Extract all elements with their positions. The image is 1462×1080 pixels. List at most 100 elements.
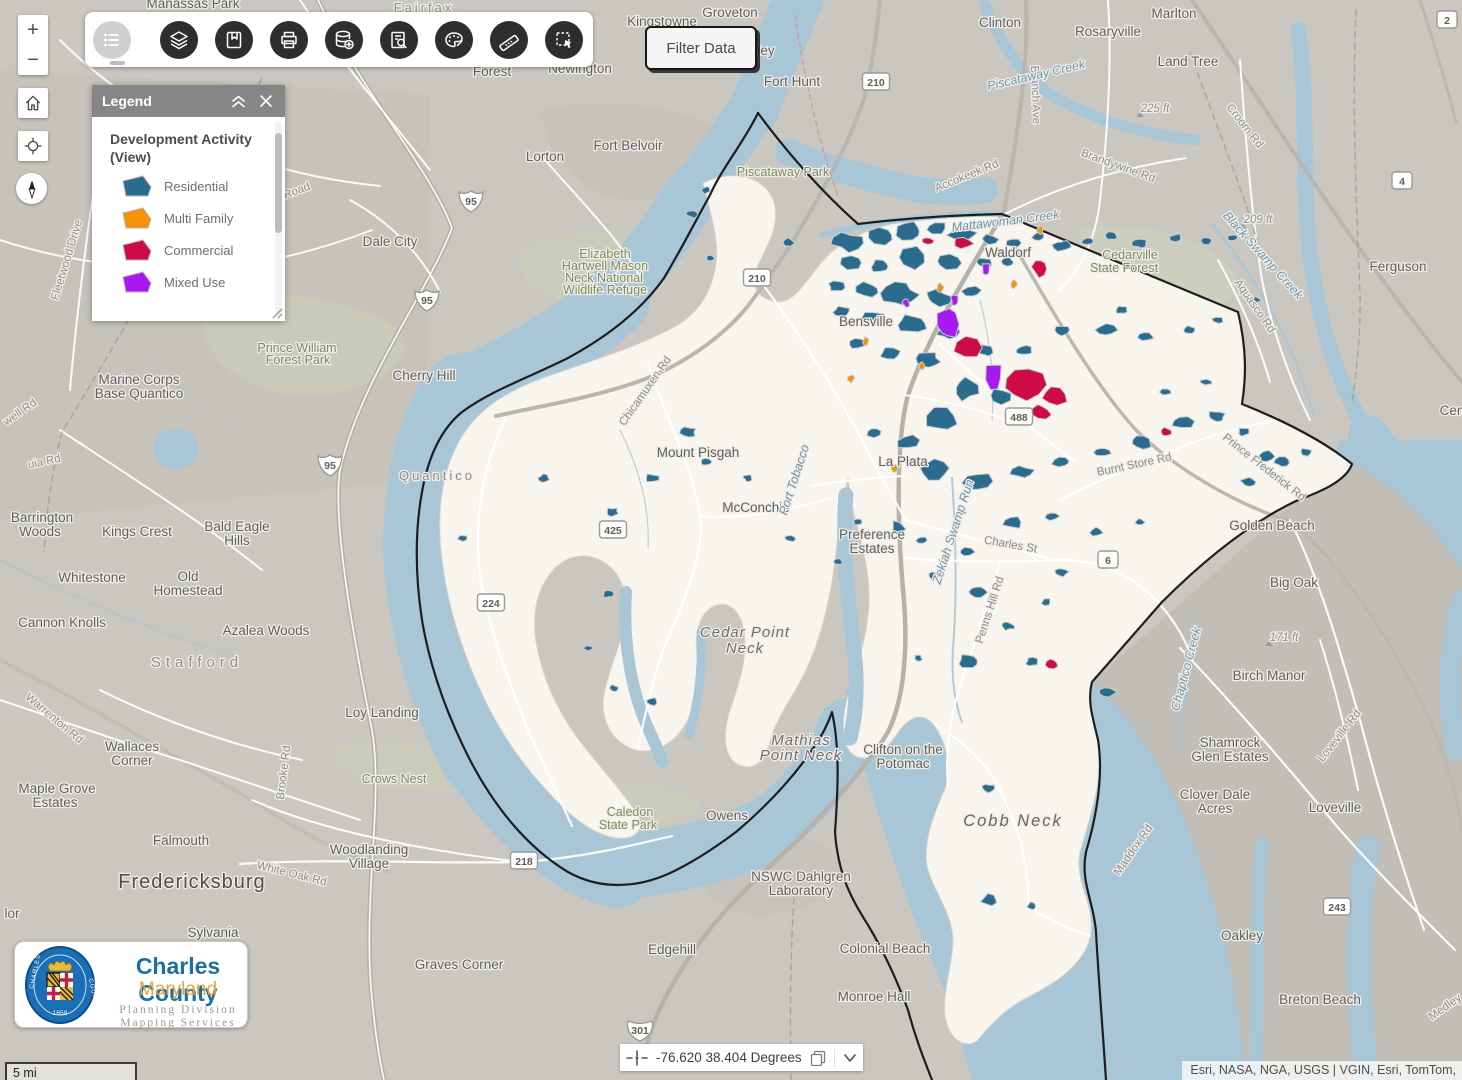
- route-shield-number: 488: [1010, 412, 1028, 424]
- filter-data-button[interactable]: Filter Data: [645, 26, 757, 70]
- legend-close-button[interactable]: [257, 92, 275, 110]
- map-label: Preference: [839, 527, 905, 542]
- zoom-in-button[interactable]: +: [18, 15, 48, 45]
- query-icon: [389, 30, 409, 50]
- route-shield: 218: [511, 852, 538, 869]
- map-label: Clifton on the: [863, 742, 943, 757]
- map-label: Homestead: [153, 583, 222, 598]
- map-label: Shamrock: [1200, 735, 1261, 750]
- zoom-out-button[interactable]: −: [18, 45, 48, 75]
- map-label: Cobb Neck: [963, 812, 1063, 830]
- compass-button[interactable]: [16, 173, 47, 204]
- map-label: Graves Corner: [415, 957, 504, 972]
- legend-item-mixed_use: Mixed Use: [92, 266, 285, 298]
- toolbar-button-select[interactable]: [545, 21, 583, 59]
- feature-residential[interactable]: [829, 281, 845, 291]
- map-label: Old: [177, 569, 198, 584]
- feature-residential[interactable]: [1116, 306, 1127, 313]
- map-label: Hills: [224, 533, 250, 548]
- feature-residential[interactable]: [1094, 448, 1112, 455]
- seal-shield: [47, 973, 73, 1000]
- map-label: Point Neck: [760, 747, 843, 764]
- scalebar: 5 mi: [5, 1062, 137, 1080]
- feature-residential[interactable]: [603, 590, 614, 598]
- home-button[interactable]: [18, 88, 48, 118]
- toolbar-button-print[interactable]: [270, 21, 308, 59]
- locate-button[interactable]: [18, 131, 48, 161]
- feature-mixed_use[interactable]: [951, 295, 958, 305]
- map-label: Birch Manor: [1233, 668, 1306, 683]
- map-label: Loveville: [1309, 800, 1362, 815]
- toolbar-button-query[interactable]: [380, 21, 418, 59]
- legend-scrollbar[interactable]: [275, 121, 282, 315]
- map-label: Sylvania: [187, 925, 239, 940]
- route-shield-number: 95: [324, 460, 336, 472]
- chevron-down-icon[interactable]: [843, 1053, 857, 1063]
- home-icon: [23, 93, 43, 113]
- map-label: Stafford: [151, 654, 243, 671]
- route-shield: 4: [1392, 172, 1412, 189]
- agency-logo-card: CHARLES COUNTY 1658 Charles County Maryl…: [14, 941, 248, 1028]
- feature-mixed_use[interactable]: [983, 264, 990, 275]
- feature-residential[interactable]: [915, 655, 923, 661]
- legend-item-label: Commercial: [164, 243, 233, 258]
- legend-icon: [102, 30, 122, 50]
- seal-year: 1658: [53, 1010, 68, 1017]
- route-shield-number: 301: [631, 1025, 649, 1037]
- map-label: Kings Crest: [102, 524, 172, 539]
- toolbar-button-draw[interactable]: [435, 21, 473, 59]
- route-shield: 210: [863, 73, 890, 90]
- map-label: Estates: [849, 541, 894, 556]
- toolbar-expand-handle[interactable]: [110, 61, 125, 65]
- map-layer: [1255, 845, 1262, 1080]
- legend-header[interactable]: Legend: [92, 85, 285, 117]
- map-label: lor: [4, 906, 20, 921]
- map-label: Cannon Knolls: [18, 615, 106, 630]
- feature-multi_family[interactable]: [919, 362, 925, 370]
- route-shield-number: 95: [465, 196, 477, 208]
- feature-residential[interactable]: [1106, 232, 1118, 240]
- map-label: Big Oak: [1270, 575, 1318, 590]
- map-label: Quantico: [399, 468, 475, 483]
- map-label: NSWC Dahlgren: [751, 869, 851, 884]
- route-shield: 2: [1437, 11, 1457, 28]
- feature-residential[interactable]: [1201, 238, 1212, 245]
- double-chevron-up-icon: [230, 94, 247, 109]
- toolbar-button-layers[interactable]: [160, 21, 198, 59]
- map-label: Clover Dale: [1180, 787, 1251, 802]
- map-label: Marlton: [1151, 6, 1196, 21]
- legend-scrollbar-thumb[interactable]: [275, 133, 282, 233]
- legend-item-label: Residential: [164, 179, 228, 194]
- zoom-control: + −: [18, 15, 48, 75]
- county-seal: CHARLES COUNTY 1658: [23, 945, 97, 1025]
- feature-commercial[interactable]: [922, 238, 934, 245]
- legend-resize-handle[interactable]: [269, 305, 283, 319]
- toolbar-button-bookmarks[interactable]: [215, 21, 253, 59]
- app-window: 959595210210424252244886218243301Manassa…: [0, 0, 1462, 1080]
- copy-icon[interactable]: [810, 1050, 826, 1066]
- map-label: Fort Belvoir: [593, 138, 663, 153]
- feature-residential[interactable]: [854, 519, 862, 525]
- logo-state-name: Maryland: [103, 979, 253, 1001]
- route-shield-number: 425: [604, 525, 622, 537]
- scalebar-label: 5 mi: [7, 1065, 37, 1080]
- map-label: Caledon: [607, 805, 654, 819]
- feature-residential[interactable]: [959, 655, 977, 668]
- map-label: ley: [757, 43, 775, 58]
- map-label: Woods: [19, 524, 61, 539]
- map-label: Neck: [726, 640, 765, 657]
- map-label: Cedar Point: [700, 624, 790, 641]
- toolbar-button-add-data[interactable]: [325, 21, 363, 59]
- feature-residential[interactable]: [1159, 389, 1171, 395]
- map-label: Falmouth: [153, 833, 209, 848]
- toolbar-button-measure[interactable]: [490, 21, 528, 59]
- add-data-icon: [333, 29, 355, 51]
- map-label: Rosaryville: [1075, 24, 1141, 39]
- map-label: Lorton: [526, 149, 564, 164]
- map-label: 171 ft: [1270, 632, 1300, 644]
- coordinates-value: -76.620 38.404 Degrees: [656, 1050, 802, 1065]
- legend-collapse-button[interactable]: [228, 92, 249, 111]
- toolbar-button-legend[interactable]: [93, 21, 131, 59]
- pick-coordinates-icon[interactable]: [626, 1048, 648, 1068]
- legend-body: Development Activity (View) ResidentialM…: [92, 117, 285, 321]
